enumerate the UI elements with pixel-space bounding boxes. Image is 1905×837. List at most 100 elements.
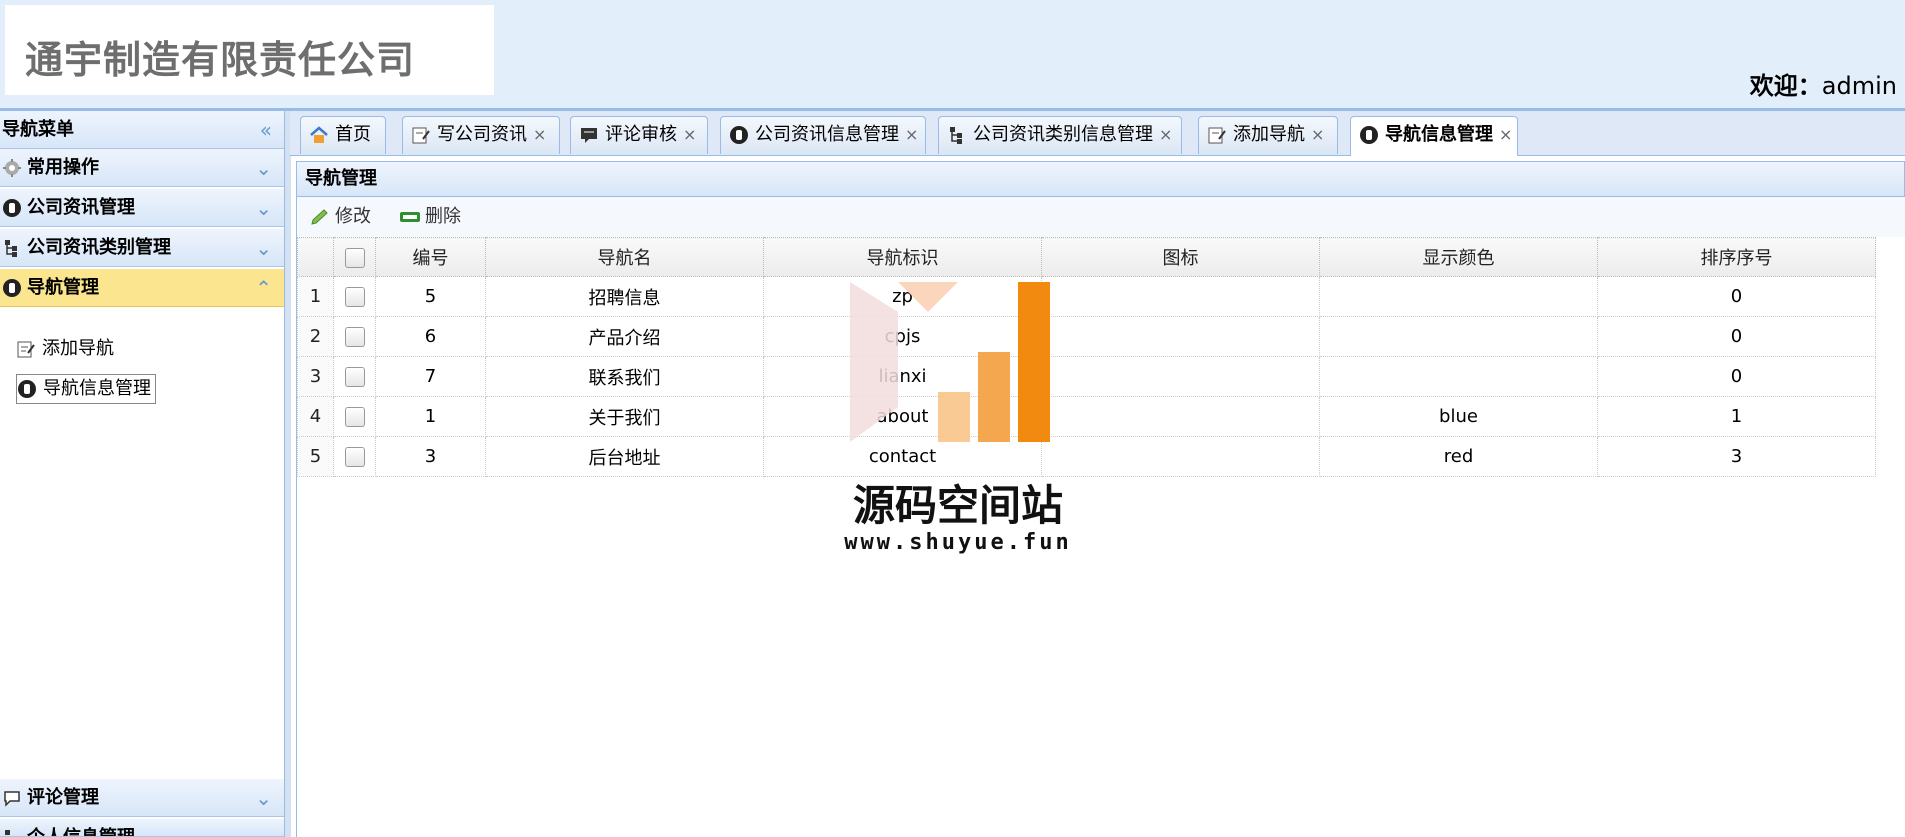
pencil-icon bbox=[311, 209, 328, 225]
delete-button[interactable]: 删除 bbox=[399, 197, 461, 237]
close-icon[interactable]: × bbox=[533, 125, 546, 144]
watermark-url: www.shuyue.fun bbox=[844, 530, 1072, 555]
row-select[interactable] bbox=[333, 356, 376, 397]
row-number: 3 bbox=[297, 356, 334, 397]
close-icon[interactable]: × bbox=[1311, 125, 1324, 144]
column-header[interactable]: 导航标识 bbox=[763, 237, 1042, 277]
tab-comment-review[interactable]: 评论审核 × bbox=[570, 116, 708, 154]
logo-box: 通宇制造有限责任公司 bbox=[5, 5, 494, 95]
row-checkbox[interactable] bbox=[344, 287, 365, 307]
close-icon[interactable]: × bbox=[683, 125, 696, 144]
tab-news-category-manage[interactable]: 公司资讯类别信息管理 × bbox=[938, 116, 1182, 154]
close-icon[interactable]: × bbox=[1499, 125, 1512, 144]
sidebar-item-label: 添加导航 bbox=[42, 338, 114, 359]
sidebar-section-profile[interactable]: 个人信息管理 ⌄ bbox=[0, 819, 284, 837]
chevron-down-icon[interactable]: ⌄ bbox=[255, 819, 272, 836]
select-all-checkbox[interactable] bbox=[344, 247, 365, 268]
column-header[interactable]: 显示颜色 bbox=[1319, 237, 1598, 277]
cell-order: 0 bbox=[1597, 276, 1876, 317]
table-row[interactable]: 4 1 关于我们 about blue 1 bbox=[297, 396, 1876, 437]
cell-id: 6 bbox=[375, 316, 486, 357]
chevron-down-icon[interactable]: ⌄ bbox=[255, 149, 272, 187]
sidebar-section-comments[interactable]: 评论管理 ⌄ bbox=[0, 779, 284, 817]
tab-label: 首页 bbox=[335, 124, 371, 145]
table-row[interactable]: 5 3 后台地址 contact red 3 bbox=[297, 436, 1876, 477]
company-name: 通宇制造有限责任公司 bbox=[25, 38, 416, 82]
cell-name: 联系我们 bbox=[485, 356, 764, 397]
row-select[interactable] bbox=[333, 436, 376, 477]
close-icon[interactable]: × bbox=[905, 125, 918, 144]
cell-color: blue bbox=[1319, 396, 1598, 437]
username: admin bbox=[1821, 72, 1897, 100]
tab-add-nav[interactable]: 添加导航 × bbox=[1198, 116, 1338, 154]
sidebar-section-label: 常用操作 bbox=[27, 157, 99, 178]
data-grid: 编号 导航名 导航标识 图标 显示颜色 排序序号 1 5 招聘信息 zp 0 2… bbox=[297, 237, 1876, 477]
sidebar-item-add-nav[interactable]: 添加导航 bbox=[16, 335, 118, 363]
cell-key: cpjs bbox=[763, 316, 1042, 357]
row-select[interactable] bbox=[333, 276, 376, 317]
rownum-header bbox=[297, 237, 334, 277]
cell-order: 0 bbox=[1597, 356, 1876, 397]
close-icon[interactable]: × bbox=[1159, 125, 1172, 144]
tab-news-info-manage[interactable]: 公司资讯信息管理 × bbox=[720, 116, 926, 154]
tree-icon bbox=[5, 240, 17, 257]
tab-nav-info-manage[interactable]: 导航信息管理 × bbox=[1350, 116, 1518, 156]
row-checkbox[interactable] bbox=[344, 407, 365, 427]
column-header[interactable]: 导航名 bbox=[485, 237, 764, 277]
row-checkbox[interactable] bbox=[344, 327, 365, 347]
row-checkbox[interactable] bbox=[344, 367, 365, 387]
edit-icon bbox=[1208, 127, 1226, 144]
cell-name: 关于我们 bbox=[485, 396, 764, 437]
table-row[interactable]: 3 7 联系我们 lianxi 0 bbox=[297, 356, 1876, 397]
toolbar: 修改 删除 bbox=[296, 197, 1905, 237]
sidebar-section-news-category[interactable]: 公司资讯类别管理 ⌄ bbox=[0, 229, 284, 267]
row-checkbox[interactable] bbox=[344, 447, 365, 467]
cell-id: 1 bbox=[375, 396, 486, 437]
circle-b-icon bbox=[730, 126, 748, 144]
row-number: 2 bbox=[297, 316, 334, 357]
sidebar-section-label: 公司资讯管理 bbox=[27, 197, 135, 218]
cell-color: red bbox=[1319, 436, 1598, 477]
cell-key: contact bbox=[763, 436, 1042, 477]
cell-name: 招聘信息 bbox=[485, 276, 764, 317]
sidebar-section-common[interactable]: 常用操作 ⌄ bbox=[0, 149, 284, 187]
sidebar-item-nav-manage[interactable]: 导航信息管理 bbox=[16, 374, 156, 404]
table-header-row: 编号 导航名 导航标识 图标 显示颜色 排序序号 bbox=[297, 237, 1876, 277]
panel-title: 导航管理 bbox=[296, 161, 1905, 197]
tab-label: 公司资讯信息管理 bbox=[755, 124, 899, 145]
nav-table: 编号 导航名 导航标识 图标 显示颜色 排序序号 1 5 招聘信息 zp 0 2… bbox=[296, 237, 1905, 837]
tab-label: 添加导航 bbox=[1233, 124, 1305, 145]
table-row[interactable]: 2 6 产品介绍 cpjs 0 bbox=[297, 316, 1876, 357]
column-header[interactable]: 排序序号 bbox=[1597, 237, 1876, 277]
cell-icon bbox=[1041, 276, 1320, 317]
column-header[interactable]: 编号 bbox=[375, 237, 486, 277]
cell-icon bbox=[1041, 396, 1320, 437]
chevron-down-icon[interactable]: ⌄ bbox=[255, 189, 272, 227]
row-select[interactable] bbox=[333, 396, 376, 437]
welcome-text: 欢迎：admin bbox=[1750, 66, 1897, 101]
row-select[interactable] bbox=[333, 316, 376, 357]
chevron-down-icon[interactable]: ⌄ bbox=[255, 779, 272, 817]
delete-icon bbox=[400, 212, 420, 222]
tab-write-news[interactable]: 写公司资讯 × bbox=[402, 116, 560, 154]
home-icon bbox=[310, 126, 328, 143]
cell-color bbox=[1319, 356, 1598, 397]
sidebar-item-label: 导航信息管理 bbox=[43, 378, 151, 399]
chevron-up-icon[interactable]: ⌃ bbox=[255, 269, 272, 307]
column-header[interactable]: 图标 bbox=[1041, 237, 1320, 277]
chevron-down-icon[interactable]: ⌄ bbox=[255, 229, 272, 267]
sidebar-section-label: 个人信息管理 bbox=[27, 819, 135, 836]
collapse-sidebar-icon[interactable]: « bbox=[260, 111, 272, 149]
watermark-title: 源码空间站 bbox=[852, 481, 1063, 530]
circle-b-icon bbox=[3, 279, 21, 297]
edit-button[interactable]: 修改 bbox=[309, 197, 371, 237]
sidebar-section-nav[interactable]: 导航管理 ⌃ bbox=[0, 269, 284, 307]
tab-home[interactable]: 首页 bbox=[300, 116, 386, 154]
row-number: 5 bbox=[297, 436, 334, 477]
sidebar-section-news[interactable]: 公司资讯管理 ⌄ bbox=[0, 189, 284, 227]
row-number: 1 bbox=[297, 276, 334, 317]
cell-order: 3 bbox=[1597, 436, 1876, 477]
delete-button-label: 删除 bbox=[425, 206, 461, 227]
select-all-header[interactable] bbox=[333, 237, 376, 277]
table-row[interactable]: 1 5 招聘信息 zp 0 bbox=[297, 276, 1876, 317]
